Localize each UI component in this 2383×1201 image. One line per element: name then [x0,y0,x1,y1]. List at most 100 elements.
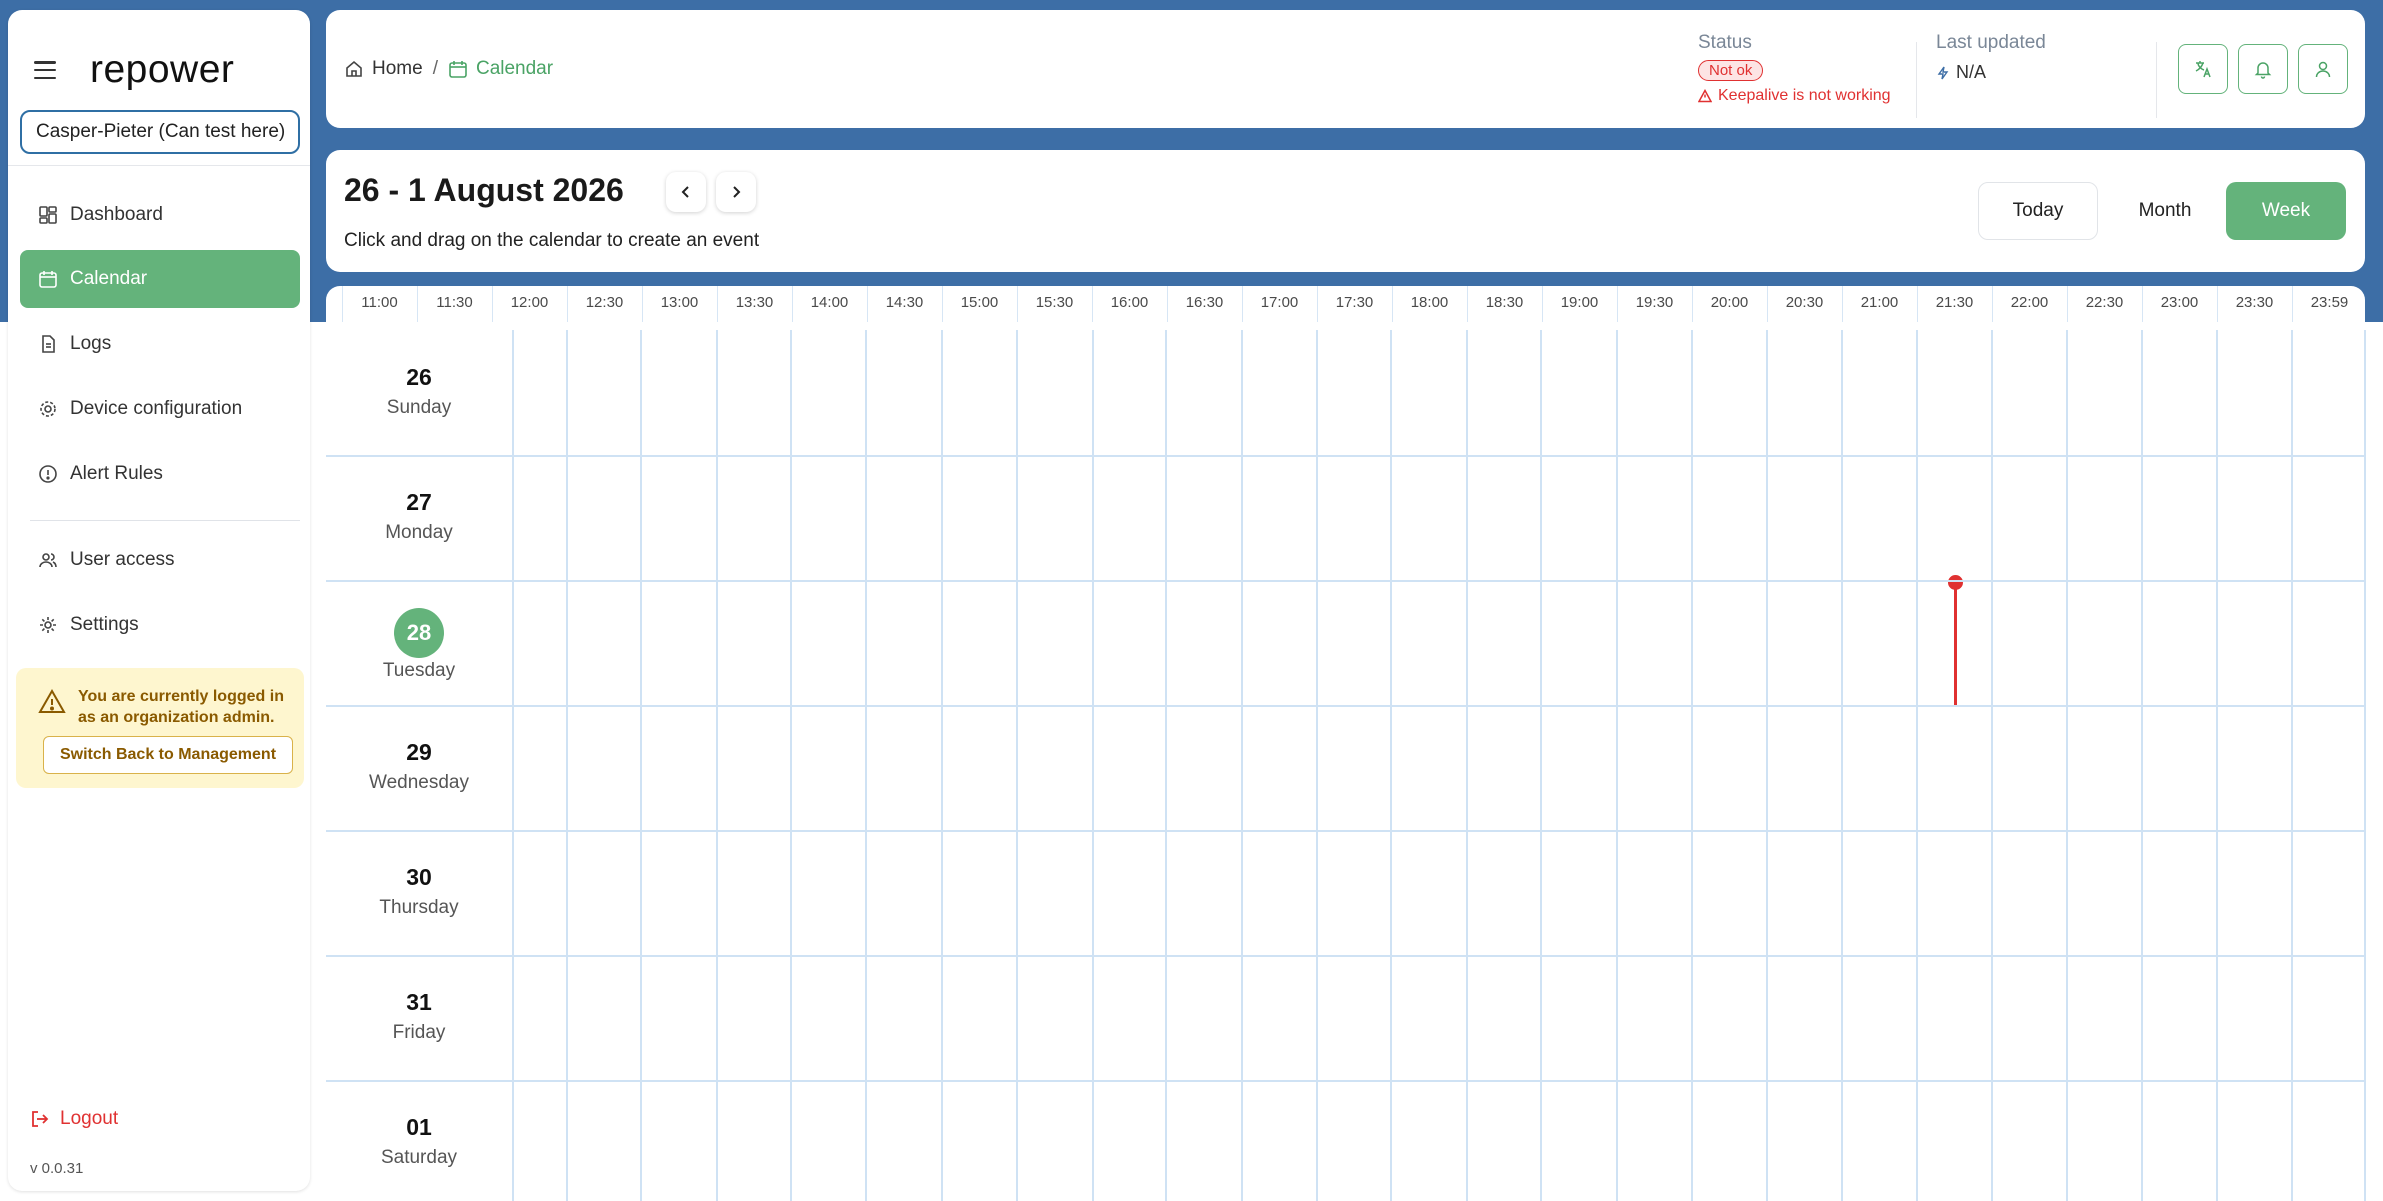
grid-column-line [1540,330,1542,1201]
grid-column-line [2291,330,2293,1201]
day-number: 01 [406,1114,432,1140]
grid-column-line [1766,330,1768,1201]
time-tick-label: 22:00 [2010,294,2049,311]
day-name: Tuesday [382,660,456,681]
breadcrumb-separator: / [432,58,438,79]
profile-button[interactable] [2298,44,2348,94]
day-name: Saturday [380,1147,458,1168]
sidebar-item-label: User access [70,549,175,570]
today-button[interactable]: Today [1978,182,2098,240]
next-week-button[interactable] [716,172,756,212]
grid-column-line [1916,330,1918,1201]
top-header: Home / Calendar Status Not ok Keepalive … [326,10,2365,128]
week-view-button[interactable]: Week [2226,182,2346,240]
previous-week-button[interactable] [666,172,706,212]
day-number: 30 [406,864,432,890]
time-tick-label: 22:30 [2085,294,2124,311]
day-row-label: 01 Saturday [326,1080,512,1201]
sidebar-item-settings[interactable]: Settings [20,596,300,654]
admin-notice-text: You are currently logged in as an organi… [78,688,284,726]
last-updated-label: Last updated [1936,32,2046,53]
day-row-label: 30 Thursday [326,830,512,954]
current-time-indicator [1954,583,1957,705]
home-icon [346,60,362,77]
sidebar-item-label: Calendar [70,268,148,289]
day-name: Wednesday [369,772,469,793]
sidebar-item-device-configuration[interactable]: Device configuration [20,380,300,438]
calendar-grid[interactable]: 26 Sunday 27 Monday 28 Tuesday 29 Wednesday 30 Th… [326,330,2366,1201]
grid-row-line [326,455,2365,457]
logout-button[interactable]: Logout [30,1108,118,1130]
warning-icon [38,688,66,713]
day-row-label: 27 Monday [326,455,512,579]
nav-divider [30,520,300,521]
status-block: Status Not ok Keepalive is not working [1698,32,1891,105]
grid-column-line [1841,330,1843,1201]
admin-notice: You are currently logged in as an organi… [16,668,304,788]
day-number: 29 [406,739,432,765]
user-icon [2315,61,2331,78]
breadcrumb-home[interactable]: Home [372,58,423,80]
time-tick-label: 20:00 [1710,294,1749,311]
last-updated-block: Last updated N/A [1936,32,2046,83]
switch-back-button[interactable]: Switch Back to Management [43,736,293,774]
sidebar-item-label: Dashboard [70,204,163,225]
settings-icon [38,615,58,635]
sidebar-item-calendar[interactable]: Calendar [20,250,300,308]
alert-circle-icon [38,464,58,484]
gear-icon [38,399,58,419]
time-tick-label: 18:00 [1410,294,1449,311]
week-range-title: 26 - 1 August 2026 [344,172,624,208]
grid-column-line [1092,330,1094,1201]
menu-icon[interactable] [30,58,60,82]
chevron-right-icon [733,186,741,198]
grid-column-line [2066,330,2068,1201]
time-tick-label: 11:30 [436,294,473,311]
time-tick-label: 21:30 [1935,294,1974,311]
grid-column-line [1165,330,1167,1201]
organization-select[interactable]: Casper-Pieter (Can test here) [20,110,300,154]
time-tick-label: 14:00 [810,294,849,311]
calendar-toolbar: 26 - 1 August 2026 Click and drag on the… [326,150,2365,272]
app-version: v 0.0.31 [30,1160,84,1177]
dashboard-icon [38,205,58,225]
grid-column-line [1016,330,1018,1201]
last-updated-value: N/A [1936,62,2046,83]
month-view-button[interactable]: Month [2106,182,2224,240]
header-divider [2156,42,2157,118]
grid-column-line [1991,330,1993,1201]
time-tick-label: 16:00 [1110,294,1149,311]
bell-icon [2254,62,2272,79]
day-name: Monday [385,522,453,543]
sidebar-item-logs[interactable]: Logs [20,315,300,373]
last-updated-text: N/A [1956,62,1987,82]
status-message-text: Keepalive is not working [1718,87,1891,104]
day-number: 26 [406,364,432,390]
sidebar-item-label: Device configuration [70,398,243,419]
day-number: 27 [406,489,432,515]
sidebar-item-user-access[interactable]: User access [20,531,300,589]
sidebar-item-alert-rules[interactable]: Alert Rules [20,445,300,503]
logout-icon [32,1111,49,1127]
status-message: Keepalive is not working [1698,87,1891,105]
time-tick-label: 17:00 [1260,294,1299,311]
notifications-button[interactable] [2238,44,2288,94]
translate-button[interactable] [2178,44,2228,94]
breadcrumb-current: Calendar [448,58,553,80]
time-tick-label: 11:00 [361,294,398,311]
grid-column-line [1241,330,1243,1201]
grid-column-line [941,330,943,1201]
grid-row-line [326,830,2365,832]
sidebar: repower Casper-Pieter (Can test here) Da… [8,10,310,1191]
grid-column-line [2141,330,2143,1201]
grid-row-line [326,705,2365,707]
sidebar-item-label: Settings [70,614,139,635]
time-axis-header: 11:00 11:30 12:00 12:30 13:00 13:30 14:00 14:30… [326,286,2365,322]
grid-column-line [566,330,568,1201]
time-tick-label: 12:30 [585,294,624,311]
grid-column-line [2216,330,2218,1201]
time-tick-label: 14:30 [885,294,924,311]
calendar-icon [38,269,58,289]
time-tick-label: 21:00 [1860,294,1899,311]
sidebar-item-dashboard[interactable]: Dashboard [20,186,300,244]
